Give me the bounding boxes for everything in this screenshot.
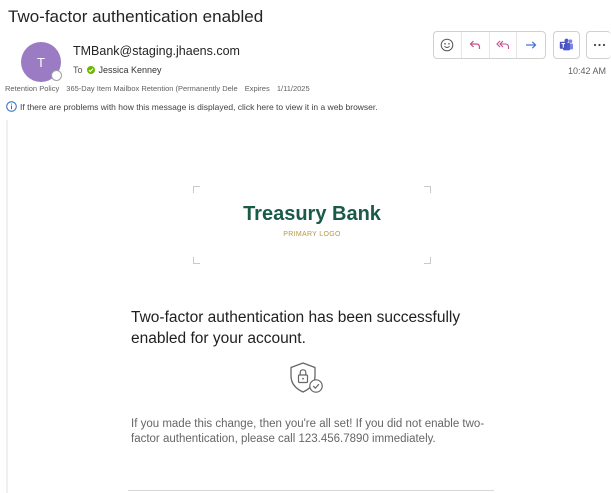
recipient-row: To Jessica Kenney	[73, 65, 162, 75]
teams-icon	[559, 38, 573, 51]
message-subject: Two-factor authentication enabled	[8, 7, 264, 26]
reply-icon	[469, 40, 481, 49]
more-dots-icon	[593, 43, 605, 47]
avatar-initial: T	[37, 54, 45, 70]
email-body-text: If you made this change, then you're all…	[131, 418, 485, 445]
expires-label: Expires	[244, 84, 270, 93]
infobar-text: If there are problems with how this mess…	[20, 101, 378, 112]
teams-share-button[interactable]	[553, 31, 580, 59]
logo-frame-corner	[193, 257, 200, 264]
brand-name: Treasury Bank	[243, 203, 381, 225]
smiley-icon	[441, 38, 454, 52]
avatar-status-icon	[51, 70, 62, 81]
expires-value: 1/11/2025	[276, 84, 310, 93]
retention-policy-row: Retention Policy 365-Day Item Mailbox Re…	[5, 84, 310, 93]
more-actions-button[interactable]	[586, 31, 611, 59]
logo-frame-corner	[424, 186, 431, 193]
display-problem-infobar[interactable]: If there are problems with how this mess…	[6, 101, 378, 112]
brand-logo: Treasury Bank PRIMARY LOGO	[193, 186, 431, 264]
to-label: To	[73, 65, 83, 75]
recipient-name[interactable]: Jessica Kenney	[99, 65, 162, 75]
forward-arrow-icon	[526, 41, 537, 49]
presence-available-icon	[86, 66, 95, 74]
emoji-react-button[interactable]	[434, 32, 462, 58]
body-divider	[6, 120, 8, 493]
retention-value[interactable]: 365-Day Item Mailbox Retention (Permanen…	[66, 84, 237, 93]
lock-shield-check-icon	[287, 361, 327, 397]
message-time: 10:42 AM	[568, 66, 607, 76]
email-headline: Two-factor authentication has been succe…	[131, 309, 461, 347]
logo-frame-corner	[424, 257, 431, 264]
footer-divider	[128, 490, 494, 491]
info-icon	[6, 101, 17, 112]
logo-frame-corner	[193, 186, 200, 193]
reply-all-icon	[496, 40, 509, 49]
message-actions-toolbar	[433, 31, 546, 59]
retention-label: Retention Policy	[5, 84, 60, 93]
reply-all-button[interactable]	[490, 32, 518, 58]
forward-button[interactable]	[517, 32, 545, 58]
sender-email[interactable]: TMBank@staging.jhaens.com	[73, 44, 240, 58]
reply-button[interactable]	[462, 32, 490, 58]
brand-subtitle: PRIMARY LOGO	[283, 231, 341, 238]
